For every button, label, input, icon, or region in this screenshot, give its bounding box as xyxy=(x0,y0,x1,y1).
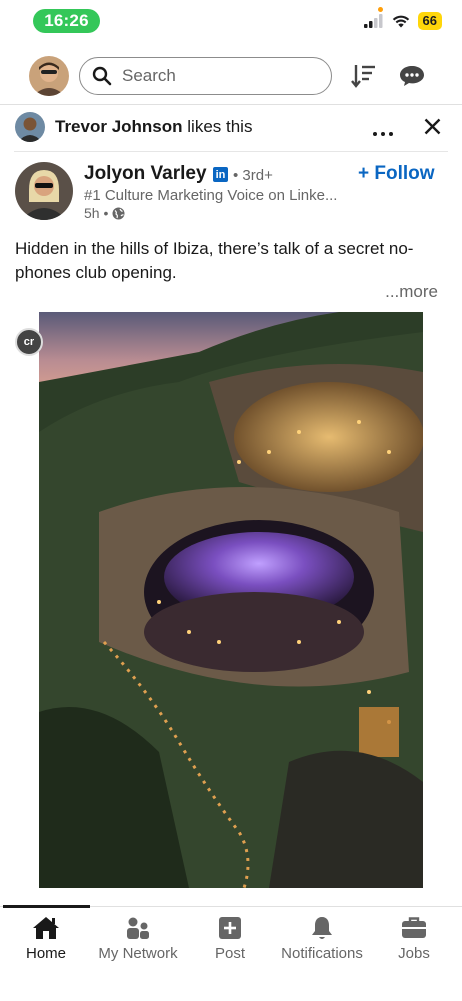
nav-jobs-label: Jobs xyxy=(398,945,430,962)
nav-notifications-label: Notifications xyxy=(281,945,363,962)
more-options-icon[interactable] xyxy=(372,124,394,136)
messaging-icon[interactable] xyxy=(398,64,426,88)
follow-button[interactable]: + Follow xyxy=(358,163,435,185)
sort-icon[interactable] xyxy=(351,63,377,89)
context-divider xyxy=(14,151,448,152)
nav-post-label: Post xyxy=(214,945,245,962)
nav-my-network-label: My Network xyxy=(98,945,178,962)
header-divider xyxy=(0,104,462,105)
briefcase-icon xyxy=(402,917,426,938)
nav-home[interactable]: Home xyxy=(0,907,92,962)
linkedin-influencer-icon: in xyxy=(213,167,228,182)
liker-avatar[interactable] xyxy=(15,112,45,142)
nav-post[interactable]: Post xyxy=(184,907,276,962)
bottom-nav: Home My Network Post Notifications Jobs xyxy=(0,906,462,1001)
social-context-text: Trevor Johnson likes this xyxy=(55,117,252,137)
author-name[interactable]: Jolyon Varley xyxy=(84,163,207,185)
search-input[interactable] xyxy=(120,65,324,87)
liker-name[interactable]: Trevor Johnson xyxy=(55,117,183,136)
status-icons: 66 xyxy=(363,12,442,30)
close-icon[interactable] xyxy=(424,118,441,135)
see-more-link[interactable]: ...more xyxy=(385,282,438,302)
search-bar[interactable] xyxy=(79,57,332,95)
network-icon xyxy=(127,917,149,939)
nav-notifications[interactable]: Notifications xyxy=(276,907,368,962)
author-headline: #1 Culture Marketing Voice on Linke... xyxy=(84,187,338,204)
globe-icon xyxy=(112,207,125,219)
author-avatar[interactable] xyxy=(15,162,73,220)
social-context-action: likes this xyxy=(187,117,253,136)
home-icon xyxy=(33,917,59,939)
bell-icon xyxy=(312,916,332,939)
post-text: Hidden in the hills of Ibiza, there’s ta… xyxy=(15,239,414,282)
connection-degree: • 3rd+ xyxy=(233,167,273,184)
post-time: 5h • xyxy=(84,205,125,221)
cellular-signal-icon xyxy=(363,14,383,28)
status-time: 16:26 xyxy=(33,9,100,33)
post-icon xyxy=(219,917,241,939)
battery-level-badge: 66 xyxy=(417,12,442,30)
nav-my-network[interactable]: My Network xyxy=(92,907,184,962)
profile-avatar[interactable] xyxy=(29,56,69,96)
wifi-icon xyxy=(392,15,409,28)
post-timestamp: 5h • xyxy=(84,205,109,221)
post-image[interactable] xyxy=(39,312,423,888)
search-icon xyxy=(92,66,112,86)
content-credentials-badge[interactable]: cr xyxy=(15,328,43,356)
nav-active-indicator xyxy=(3,905,90,908)
nav-jobs[interactable]: Jobs xyxy=(368,907,460,962)
nav-home-label: Home xyxy=(25,945,66,962)
